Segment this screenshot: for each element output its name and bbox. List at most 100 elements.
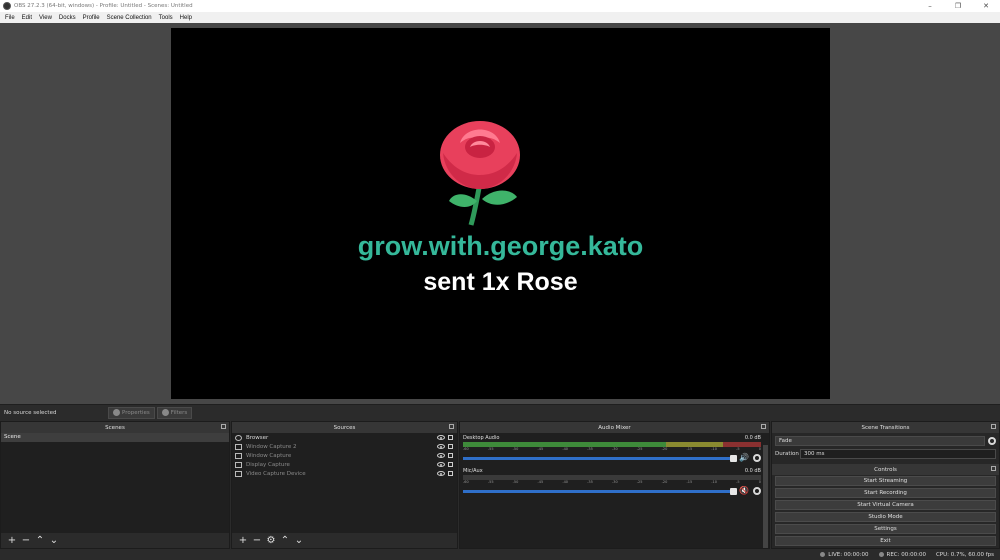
remove-source-button[interactable]: − [250,534,264,548]
start-recording-button[interactable]: Start Recording [775,488,996,498]
track-name: Mic/Aux [463,468,483,474]
transition-gear-icon[interactable] [988,437,996,445]
controls-header: Controls [772,464,999,475]
window-title: OBS 27.2.3 (64-bit, windows) - Profile: … [14,3,193,9]
speaker-icon[interactable]: 🔊 [739,454,749,462]
lock-icon[interactable] [448,444,453,449]
track-db: 0.0 dB [744,435,761,441]
minimize-button[interactable]: – [916,0,944,12]
transition-select[interactable]: Fade [775,436,985,446]
transitions-header: Scene Transitions [772,422,999,433]
visibility-eye-icon[interactable] [437,462,445,467]
sources-dock: Sources Browser Window Capture 2 Window … [231,421,458,549]
gear-icon[interactable] [753,454,761,462]
menu-scene-collection[interactable]: Scene Collection [107,15,152,21]
lock-icon[interactable] [448,453,453,458]
studio-mode-button[interactable]: Studio Mode [775,512,996,522]
mixer-body: Desktop Audio 0.0 dB -60 -55 -50 -45 -40 -35-… [460,433,769,548]
volume-slider[interactable] [463,487,737,495]
add-source-button[interactable]: + [236,534,250,548]
obs-logo-icon [3,2,11,10]
menu-profile[interactable]: Profile [83,15,100,21]
slider-knob[interactable] [730,454,737,462]
volume-row: 🔊 [463,453,761,463]
menu-file[interactable]: File [5,15,15,21]
undock-icon[interactable] [221,424,226,429]
live-status: LIVE: 00:00:00 [820,552,869,558]
move-source-down-button[interactable]: ⌄ [292,534,306,548]
maximize-button[interactable]: ❐ [944,0,972,12]
scenes-header: Scenes [1,422,229,433]
source-item-video-capture-device[interactable]: Video Capture Device [232,469,457,478]
source-label: Window Capture 2 [246,443,297,450]
gear-icon[interactable] [753,487,761,495]
filters-button[interactable]: Filters [156,406,193,419]
close-button[interactable]: ✕ [972,0,1000,12]
mixer-track-desktop-audio: Desktop Audio 0.0 dB -60 -55 -50 -45 -40 -35-… [463,435,761,469]
globe-icon [235,434,242,441]
source-properties-gear-icon[interactable]: ⚙ [264,534,278,548]
sources-title: Sources [333,424,356,431]
start-streaming-button[interactable]: Start Streaming [775,476,996,486]
scenes-toolbar: + − ⌃ ⌄ [1,533,229,548]
mixer-header: Audio Mixer [460,422,769,433]
controls-title: Controls [874,466,897,473]
filter-icon [161,409,169,416]
duration-input[interactable]: 300 ms [800,449,996,459]
lock-icon[interactable] [448,435,453,440]
preview-canvas[interactable]: grow.with.george.kato sent 1x Rose [171,28,830,399]
rec-time: REC: 00:00:00 [886,551,926,558]
selection-status: No source selected [4,409,57,416]
filters-label: Filters [170,409,188,416]
title-bar: OBS 27.2.3 (64-bit, windows) - Profile: … [0,0,1000,12]
source-label: Video Capture Device [246,470,306,477]
speaker-muted-icon[interactable]: 🔇 [739,487,749,495]
duration-label: Duration [775,451,799,457]
slider-knob[interactable] [730,487,737,495]
scenes-list: Scene [1,433,229,533]
menu-edit[interactable]: Edit [22,15,32,21]
mixer-title: Audio Mixer [598,424,631,431]
move-scene-down-button[interactable]: ⌄ [47,534,61,548]
sources-toolbar: + − ⚙ ⌃ ⌄ [232,533,457,548]
start-virtual-camera-button[interactable]: Start Virtual Camera [775,500,996,510]
visibility-eye-icon[interactable] [437,435,445,440]
scenes-title: Scenes [105,424,125,431]
source-item-display-capture[interactable]: Display Capture [232,460,457,469]
remove-scene-button[interactable]: − [19,534,33,548]
source-label: Browser [246,434,269,441]
cpu-fps: CPU: 0.7%, 60.00 fps [935,551,994,558]
menu-view[interactable]: View [39,15,52,21]
move-source-up-button[interactable]: ⌃ [278,534,292,548]
properties-button[interactable]: Properties [108,406,155,419]
undock-icon[interactable] [761,424,766,429]
source-item-browser[interactable]: Browser [232,433,457,442]
volume-slider[interactable] [463,454,737,462]
lock-icon[interactable] [448,471,453,476]
source-item-window-capture-2[interactable]: Window Capture 2 [232,442,457,451]
window-icon [235,443,242,450]
audio-mixer-dock: Audio Mixer Desktop Audio 0.0 dB -60 -55-… [459,421,770,549]
visibility-eye-icon[interactable] [437,471,445,476]
source-item-window-capture[interactable]: Window Capture [232,451,457,460]
menu-help[interactable]: Help [180,15,192,21]
scenes-dock: Scenes Scene + − ⌃ ⌄ [0,421,230,549]
track-name: Desktop Audio [463,435,500,441]
mixer-track-mic-aux: Mic/Aux 0.0 dB -60 -55 -50 -45 -40 -35 -30 -25-… [463,468,761,502]
menu-docks[interactable]: Docks [59,15,76,21]
scene-item[interactable]: Scene [1,433,229,442]
mixer-scrollbar[interactable] [763,445,768,548]
exit-button[interactable]: Exit [775,536,996,546]
visibility-eye-icon[interactable] [437,444,445,449]
undock-icon[interactable] [991,424,996,429]
undock-icon[interactable] [991,466,996,471]
menu-tools[interactable]: Tools [159,15,173,21]
move-scene-up-button[interactable]: ⌃ [33,534,47,548]
camera-icon [235,470,242,477]
sources-list: Browser Window Capture 2 Window Capture … [232,433,457,533]
add-scene-button[interactable]: + [5,534,19,548]
lock-icon[interactable] [448,462,453,467]
visibility-eye-icon[interactable] [437,453,445,458]
settings-button[interactable]: Settings [775,524,996,534]
undock-icon[interactable] [449,424,454,429]
